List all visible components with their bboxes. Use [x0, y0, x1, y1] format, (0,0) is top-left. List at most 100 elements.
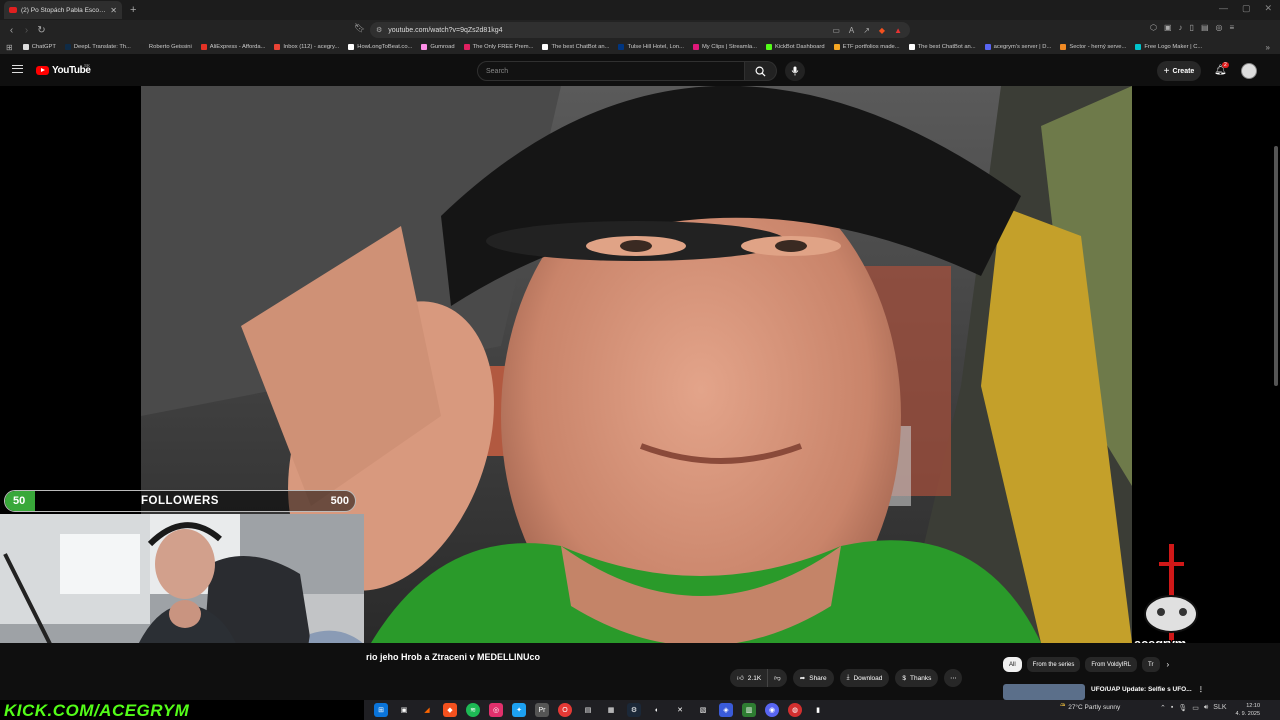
like-button[interactable]: 👍︎ 2.1K — [730, 669, 768, 687]
wallet-icon[interactable]: ▣ — [1164, 23, 1172, 32]
bookmark-item[interactable]: ETF portfolios made... — [833, 44, 900, 50]
brave-shields-icon[interactable]: ◆ — [879, 26, 885, 35]
recommended-menu-icon[interactable]: ⋮ — [1198, 684, 1205, 700]
menu-icon[interactable]: ≡ — [1230, 23, 1235, 32]
task-view-icon[interactable]: ▣ — [397, 703, 411, 717]
bookmark-item[interactable]: Gumroad — [421, 44, 455, 50]
translate-icon[interactable]: A — [849, 26, 854, 35]
browser-tab[interactable]: (2) Po Stopách Pabla Escobar ✕ — [4, 1, 122, 19]
bookmark-item[interactable]: My Clips | Streamla... — [692, 44, 757, 50]
bookmark-item[interactable]: AliExpress - Afforda... — [200, 44, 265, 50]
followers-goal-label: FOLLOWERS — [141, 495, 219, 507]
chip-from-the-series[interactable]: From the series — [1026, 657, 1081, 672]
address-bar[interactable]: ⚙︎ youtube.com/watch?v=9qZs2d81kg4 ▭ A ↗… — [370, 22, 910, 38]
music-icon[interactable]: ♪ — [1179, 23, 1183, 32]
premiere-icon[interactable]: Pr — [535, 703, 549, 717]
steam-icon[interactable]: ⚙ — [627, 703, 641, 717]
extension-icon[interactable]: ⬡ — [1150, 23, 1157, 32]
bookmark-item[interactable]: Inbox (112) - acegry... — [274, 44, 339, 50]
share-button[interactable]: ➦ Share — [792, 669, 834, 687]
share-page-icon[interactable]: ↗ — [863, 26, 870, 35]
voice-search-button[interactable] — [785, 61, 805, 81]
site-info-icon[interactable]: ⚙︎ — [376, 26, 382, 34]
chip-from-voldyirl[interactable]: From VoldyIRL — [1085, 657, 1138, 672]
maximize-icon[interactable]: ▢ — [1242, 3, 1251, 14]
bookmark-item[interactable]: Roberto Geissini — [139, 44, 192, 50]
twitter-icon[interactable]: ✦ — [512, 703, 526, 717]
chips-next-icon[interactable]: › — [1167, 657, 1170, 672]
start-icon[interactable]: ⊞ — [374, 703, 388, 717]
account-avatar[interactable] — [1241, 63, 1257, 79]
keyboard-language[interactable]: SLK — [1213, 704, 1226, 712]
taskbar-clock[interactable]: 12:10 4. 9. 2025 — [1236, 702, 1260, 718]
bookmark-page-icon[interactable]: 🔖︎ — [354, 23, 365, 34]
microphone-tray-icon[interactable]: 🎙︎ — [1178, 704, 1187, 712]
page-scrollbar[interactable] — [1274, 146, 1278, 386]
bookmark-item[interactable]: ChatGPT — [22, 44, 56, 50]
bookmark-item[interactable]: The best ChatBot an... — [908, 44, 976, 50]
volume-icon[interactable]: 🔊︎ — [1204, 704, 1208, 712]
search-input[interactable]: Search — [477, 61, 745, 81]
bookmark-item[interactable]: KickBot Dashboard — [765, 44, 825, 50]
cast-icon[interactable]: ▭ — [832, 26, 840, 35]
bookmark-item[interactable]: HowLongToBeat.co... — [348, 44, 412, 50]
search-button[interactable] — [745, 61, 777, 81]
bookmark-favicon-icon — [984, 44, 991, 50]
youtube-logo[interactable]: YouTube — [36, 65, 91, 76]
tray-app-icon[interactable]: ▪ — [1171, 704, 1173, 712]
brave-browser-icon[interactable]: ◆ — [443, 703, 457, 717]
chrome-icon[interactable]: ◍ — [788, 703, 802, 717]
bookmark-item[interactable]: The best ChatBot an... — [542, 44, 609, 50]
recommended-title[interactable]: UFO/UAP Update: Selfie s UFO... — [1091, 684, 1192, 700]
thanks-button[interactable]: $ Thanks — [895, 669, 939, 687]
forward-icon[interactable]: › — [19, 25, 34, 36]
recommended-thumbnail[interactable] — [1003, 684, 1085, 700]
back-icon[interactable]: ‹ — [4, 25, 19, 36]
vs-code-icon[interactable]: ◈ — [719, 703, 733, 717]
edge-icon[interactable]: ◐ — [650, 703, 664, 717]
weather-widget[interactable]: ⛅︎ 27°C Partly sunny — [1060, 703, 1120, 711]
explorer-icon[interactable]: ▤ — [581, 703, 595, 717]
sheets-icon[interactable]: ▥ — [742, 703, 756, 717]
bookmark-favicon-icon — [1060, 44, 1067, 50]
mic-app-icon[interactable]: ▮ — [811, 703, 825, 717]
new-tab-icon[interactable]: + — [130, 4, 136, 16]
network-icon[interactable]: ▭ — [1192, 704, 1199, 712]
notepad-icon[interactable]: ▧ — [696, 703, 710, 717]
brave-rewards-icon[interactable]: ▲ — [894, 26, 902, 35]
vpn-icon[interactable]: ◎ — [1216, 23, 1223, 32]
tabs-icon[interactable]: ▤ — [1201, 23, 1209, 32]
chip-truncated[interactable]: Tr — [1142, 657, 1160, 672]
download-button[interactable]: ⤓ Download — [839, 669, 890, 687]
recommended-video[interactable]: UFO/UAP Update: Selfie s UFO... ⋮ — [1003, 684, 1204, 700]
bookmarks-more-icon[interactable]: » — [1266, 43, 1270, 52]
tray-overflow-icon[interactable]: ⌃ — [1160, 704, 1166, 712]
bookmark-item[interactable]: DeepL Translate: Th... — [64, 44, 131, 50]
discord-icon[interactable]: ◉ — [765, 703, 779, 717]
reload-icon[interactable]: ↻ — [34, 25, 49, 36]
dislike-button[interactable]: 👎︎ — [767, 669, 787, 687]
bookmark-item[interactable]: acegrym's server | D... — [984, 44, 1051, 50]
bookmark-item[interactable]: Tulse Hill Hotel, Lon... — [618, 44, 684, 50]
more-actions-button[interactable]: ⋯ — [944, 669, 963, 687]
tab-close-icon[interactable]: ✕ — [110, 6, 117, 15]
sidebar-icon[interactable]: ▯ — [1190, 23, 1194, 32]
guide-menu-icon[interactable] — [12, 65, 23, 73]
watch-metadata: rio jeho Hrob a Ztraceni v MEDELLINUco 👍… — [0, 643, 1280, 700]
tab-title: (2) Po Stopách Pabla Escobar — [21, 6, 107, 14]
capcut-icon[interactable]: ✕ — [673, 703, 687, 717]
bookmark-item[interactable]: Sector - herný serve... — [1060, 44, 1126, 50]
obs-icon[interactable]: ◢ — [420, 703, 434, 717]
bookmark-item[interactable]: Free Logo Maker | C... — [1135, 44, 1202, 50]
opera-icon[interactable]: O — [558, 703, 572, 717]
chip-all[interactable]: All — [1003, 657, 1022, 672]
system-tray: ⌃ ▪ 🎙︎ ▭ 🔊︎ SLK — [1160, 704, 1227, 712]
minimize-icon[interactable]: — — [1219, 3, 1228, 14]
close-window-icon[interactable]: ✕ — [1264, 3, 1272, 14]
apps-grid-icon[interactable]: ⊞ — [6, 43, 13, 52]
bookmark-item[interactable]: The Only FREE Prem... — [463, 44, 533, 50]
spotify-icon[interactable]: ≋ — [466, 703, 480, 717]
files-icon[interactable]: ▦ — [604, 703, 618, 717]
create-button[interactable]: + Create — [1157, 61, 1201, 81]
instagram-icon[interactable]: ◎ — [489, 703, 503, 717]
